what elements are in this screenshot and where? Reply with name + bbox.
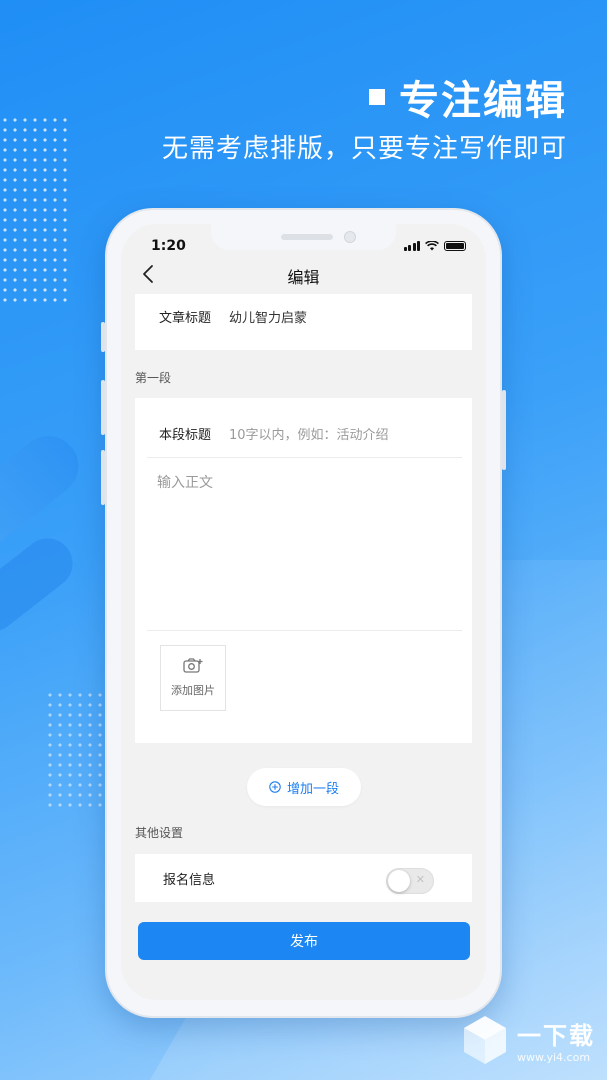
phone-side-button — [101, 322, 105, 352]
watermark: 一下载 www.yi4.com — [461, 1014, 595, 1066]
signup-toggle[interactable]: ✕ — [386, 868, 434, 894]
promo-title: 专注编辑 — [369, 68, 567, 126]
article-title-card: 文章标题 幼儿智力启蒙 — [135, 294, 472, 350]
add-photo-button[interactable]: 添加图片 — [160, 645, 226, 711]
phone-notch — [211, 224, 396, 250]
segment-title-input[interactable]: 10字以内，例如：活动介绍 — [229, 424, 389, 443]
cube-logo-icon — [464, 1016, 506, 1064]
phone-side-button — [101, 450, 105, 505]
watermark-name: 一下载 — [517, 1022, 595, 1050]
add-segment-button[interactable]: 增加一段 — [247, 768, 361, 806]
square-bullet-icon — [369, 89, 385, 105]
status-icons — [403, 241, 466, 251]
promo-subtitle: 无需考虑排版，只要专注写作即可 — [161, 134, 567, 164]
battery-icon — [444, 241, 466, 251]
divider — [147, 630, 462, 631]
status-time: 1:20 — [151, 238, 186, 254]
publish-button[interactable]: 发布 — [138, 922, 470, 960]
signup-label: 报名信息 — [163, 873, 216, 888]
other-settings-header: 其他设置 — [135, 826, 184, 840]
article-title-label: 文章标题 — [159, 311, 212, 326]
close-icon: ✕ — [415, 873, 425, 886]
signup-settings-card: 报名信息 ✕ — [135, 854, 472, 902]
signal-icon — [403, 241, 420, 251]
add-segment-label: 增加一段 — [286, 781, 339, 797]
page-title: 编辑 — [287, 268, 320, 287]
dot-pattern — [0, 115, 70, 305]
phone-frame: 1:20 编辑 文章标题 幼儿智力启蒙 第一段 本段标题 10字以内，例如：活动… — [101, 208, 506, 1018]
phone-side-button — [101, 380, 105, 435]
toggle-knob — [388, 870, 410, 892]
speaker-grille — [281, 234, 333, 240]
promo-title-text: 专注编辑 — [399, 78, 567, 124]
segment-title-label: 本段标题 — [159, 428, 212, 443]
background-stripe — [0, 528, 83, 642]
phone-power-button — [502, 390, 506, 470]
watermark-url: www.yi4.com — [517, 1051, 591, 1064]
article-title-input[interactable]: 幼儿智力启蒙 — [229, 307, 307, 326]
add-photo-label: 添加图片 — [171, 684, 215, 697]
divider — [147, 457, 462, 458]
segment-body-textarea[interactable]: 输入正文 — [157, 472, 457, 622]
wifi-icon — [425, 241, 439, 251]
plus-circle-icon — [269, 781, 281, 793]
front-camera — [344, 231, 356, 243]
camera-plus-icon — [183, 658, 203, 673]
dot-pattern — [45, 690, 105, 810]
segment-header: 第一段 — [135, 371, 172, 385]
app-screen: 1:20 编辑 文章标题 幼儿智力启蒙 第一段 本段标题 10字以内，例如：活动… — [121, 224, 486, 1000]
